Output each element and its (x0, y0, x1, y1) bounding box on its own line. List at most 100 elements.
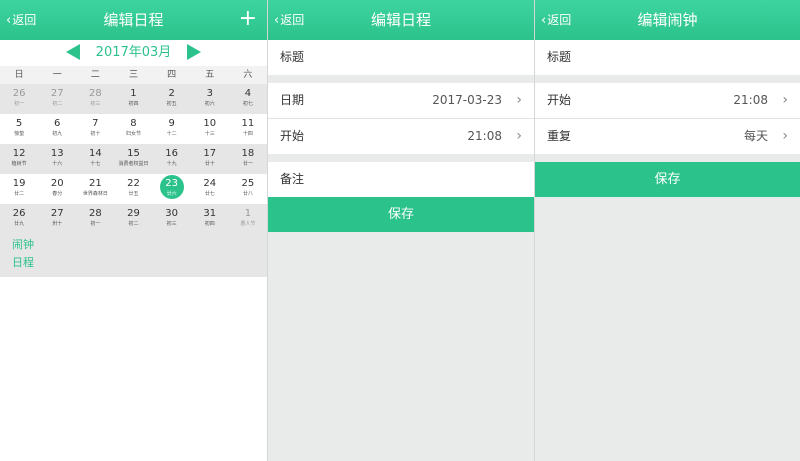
lunar-label: 愚人节 (240, 221, 256, 227)
calendar-day[interactable]: 7 初十 (76, 114, 114, 144)
day-number: 11 (241, 118, 255, 129)
calendar-day[interactable]: 12 植树节 (0, 144, 38, 174)
calendar-day[interactable]: 26 廿九 (0, 204, 38, 234)
schedule-link[interactable]: 日程 (12, 254, 267, 272)
lunar-label: 妇女节 (125, 131, 141, 137)
calendar-day[interactable]: 10 十三 (191, 114, 229, 144)
start-value: 21:08 (733, 93, 768, 107)
calendar-day[interactable]: 26 初一 (0, 84, 38, 114)
day-number: 22 (127, 178, 140, 189)
calendar-day[interactable]: 30 初三 (153, 204, 191, 234)
day-number: 27 (50, 88, 64, 99)
day-number: 13 (50, 148, 64, 159)
date-row[interactable]: 日期 2017-03-23 › (268, 83, 534, 118)
day-number: 12 (12, 148, 26, 159)
lunar-label: 初二 (52, 101, 63, 107)
lunar-label: 初九 (52, 131, 63, 137)
add-button[interactable]: + (239, 0, 257, 40)
calendar-day[interactable]: 13 十六 (38, 144, 76, 174)
start-label: 开始 (280, 129, 305, 143)
repeat-row[interactable]: 重复 每天 › (535, 119, 800, 154)
day-number: 14 (88, 148, 102, 159)
weekday-header: 日 一 二 三 四 五 六 (0, 66, 267, 84)
day-number: 10 (203, 118, 217, 129)
day-number: 1 (130, 88, 137, 99)
day-number: 23 (165, 178, 178, 189)
alarm-link[interactable]: 闹钟 (12, 236, 267, 254)
calendar-day[interactable]: 1 初四 (114, 84, 152, 114)
calendar-day[interactable]: 19 廿二 (0, 174, 38, 204)
day-number: 4 (244, 88, 252, 99)
calendar-day[interactable]: 25 廿八 (229, 174, 267, 204)
start-time-row[interactable]: 开始 21:08 › (535, 83, 800, 118)
calendar-day[interactable]: 8 妇女节 (114, 114, 152, 144)
calendar-day[interactable]: 15 消费者权益日 (114, 144, 152, 174)
save-button[interactable]: 保存 (268, 197, 534, 232)
lunar-label: 廿五 (128, 191, 139, 197)
day-number: 9 (168, 118, 175, 129)
calendar-day[interactable]: 27 初二 (38, 84, 76, 114)
calendar-day[interactable]: 3 初六 (191, 84, 229, 114)
day-number: 5 (15, 118, 23, 129)
note-field[interactable]: 备注 (268, 162, 534, 197)
weekday-label: 二 (90, 70, 100, 80)
calendar-day[interactable]: 21 世界森林日 (76, 174, 114, 204)
calendar-day[interactable]: 29 初二 (114, 204, 152, 234)
calendar-day[interactable]: 31 初四 (191, 204, 229, 234)
calendar-day[interactable]: 17 廿十 (191, 144, 229, 174)
page-title: 编辑日程 (370, 11, 431, 29)
section-gap (268, 75, 534, 83)
title-field[interactable]: 标题 (268, 40, 534, 75)
weekday-label: 一 (52, 70, 62, 80)
day-number: 29 (127, 208, 140, 219)
day-number: 19 (12, 178, 26, 189)
chevron-right-icon: › (782, 92, 788, 108)
start-value: 21:08 (467, 129, 502, 143)
calendar-week-row: 26 初一 27 初二 28 初三 1 初四 2 初五 3 初六 4 初七 (0, 84, 267, 114)
calendar-day[interactable]: 18 廿一 (229, 144, 267, 174)
date-label: 日期 (280, 93, 305, 107)
title-field[interactable]: 标题 (535, 40, 800, 75)
calendar-day[interactable]: 28 初三 (76, 84, 114, 114)
back-label: 返回 (547, 13, 572, 27)
calendar-day[interactable]: 11 十四 (229, 114, 267, 144)
repeat-label: 重复 (547, 129, 572, 143)
calendar-day[interactable]: 6 初九 (38, 114, 76, 144)
calendar-day[interactable]: 16 十九 (153, 144, 191, 174)
next-month-button[interactable] (187, 44, 201, 60)
calendar-day[interactable]: 24 廿七 (191, 174, 229, 204)
edit-alarm-header: ‹返回 编辑闹钟 (535, 0, 800, 40)
lunar-label: 初十 (90, 131, 101, 137)
day-number: 8 (130, 118, 137, 129)
back-button[interactable]: ‹返回 (541, 0, 571, 40)
weekday-label: 五 (205, 70, 215, 80)
calendar-day[interactable]: 2 初五 (153, 84, 191, 114)
save-button[interactable]: 保存 (535, 162, 800, 197)
calendar-day-selected[interactable]: 23 廿六 (153, 174, 191, 204)
day-number: 7 (92, 118, 99, 129)
day-number: 20 (50, 178, 64, 189)
calendar-day[interactable]: 22 廿五 (114, 174, 152, 204)
day-number: 18 (241, 148, 255, 159)
calendar-day[interactable]: 20 春分 (38, 174, 76, 204)
back-button[interactable]: ‹返回 (274, 0, 304, 40)
calendar-day[interactable]: 4 初七 (229, 84, 267, 114)
page-title: 编辑闹钟 (637, 11, 698, 29)
back-label: 返回 (280, 13, 305, 27)
lunar-label: 廿八 (242, 191, 253, 197)
calendar-day[interactable]: 14 十七 (76, 144, 114, 174)
lunar-label: 廿六 (166, 191, 177, 197)
back-button[interactable]: ‹返回 (6, 0, 36, 40)
lunar-label: 初六 (204, 101, 215, 107)
month-label: 2017年03月 (95, 45, 172, 60)
repeat-value: 每天 (743, 129, 768, 143)
calendar-day[interactable]: 5 惊蛰 (0, 114, 38, 144)
calendar-day[interactable]: 28 初一 (76, 204, 114, 234)
note-label: 备注 (280, 172, 305, 186)
calendar-day[interactable]: 27 卅十 (38, 204, 76, 234)
calendar-day[interactable]: 9 十二 (153, 114, 191, 144)
calendar-week-row: 5 惊蛰 6 初九 7 初十 8 妇女节 9 十二 10 十三 11 十四 (0, 114, 267, 144)
lunar-label: 初二 (128, 221, 139, 227)
calendar-day[interactable]: 1 愚人节 (229, 204, 267, 234)
start-time-row[interactable]: 开始 21:08 › (268, 119, 534, 154)
